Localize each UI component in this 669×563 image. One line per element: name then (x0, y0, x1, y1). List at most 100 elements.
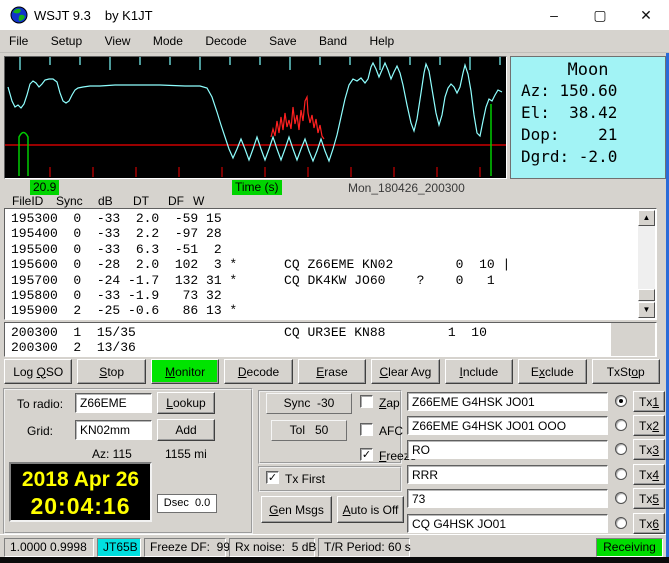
tolerance-box[interactable]: Tol 50 (271, 420, 347, 441)
decode-text-area[interactable]: 195300 0 -33 2.0 -59 15 195400 0 -33 2.2… (4, 208, 657, 320)
tx3-message-input[interactable] (407, 440, 608, 459)
to-radio-label: To radio: (17, 397, 64, 411)
auto-toggle-button[interactable]: Auto is Off (337, 496, 404, 523)
log-qso-button[interactable]: Log QSO (4, 359, 73, 384)
distance-text: 1155 mi (165, 447, 207, 461)
moon-panel: Moon Az: 150.60 El: 38.42 Dop: 21 Dgrd: … (510, 56, 666, 179)
freeze-checkbox[interactable]: ✓ (360, 448, 373, 461)
tx6-message-input[interactable] (407, 514, 608, 533)
green-marker-left (18, 131, 29, 176)
mode-badge: JT65B (97, 538, 141, 557)
scroll-down-icon[interactable]: ▼ (638, 302, 655, 318)
afc-checkbox[interactable] (360, 423, 373, 436)
calibration-status: 1.0000 0.9998 (4, 538, 94, 557)
tx2-radio[interactable] (615, 419, 627, 431)
grid-label: Grid: (27, 424, 54, 438)
spectrum-display[interactable] (4, 56, 524, 179)
spectrum-waveform (7, 61, 503, 163)
menu-help[interactable]: Help (360, 30, 403, 48)
tx4-radio[interactable] (615, 468, 627, 480)
include-button[interactable]: Include (444, 359, 514, 384)
decode-button[interactable]: Decode (224, 359, 293, 384)
tx1-radio[interactable] (615, 395, 627, 407)
freeze-df-status: Freeze DF: 99 (144, 538, 230, 557)
tr-period-status: T/R Period: 60 s (318, 538, 411, 557)
wav-file-label: Mon_180426_200300 (348, 181, 465, 195)
tx2-button[interactable]: Tx2 (633, 415, 665, 436)
add-button[interactable]: Add (157, 419, 215, 441)
menu-save[interactable]: Save (260, 30, 305, 48)
tx-first-checkbox[interactable]: ✓ (266, 471, 279, 484)
monitor-button[interactable]: Monitor (150, 359, 220, 384)
utc-clock: 2018 Apr 26 20:04:16 (9, 462, 152, 522)
spectrum-plot (5, 57, 524, 177)
lower-panel: To radio: Lookup Grid: Add Az: 115 1155 … (0, 386, 669, 534)
col-sync: Sync (56, 194, 83, 208)
menu-decode[interactable]: Decode (196, 30, 255, 48)
title-bar: WSJT 9.3 by K1JT – ▢ ✕ (0, 0, 669, 30)
tx1-button[interactable]: Tx1 (633, 391, 665, 412)
freq-offset-label: 20.9 (30, 180, 60, 195)
tx1-message-input[interactable] (407, 392, 608, 411)
menu-band[interactable]: Band (310, 30, 356, 48)
menu-view[interactable]: View (96, 30, 140, 48)
scrollbar[interactable]: ▲ ▼ (638, 210, 655, 318)
tx-first-group (258, 466, 402, 492)
scroll-thumb[interactable] (638, 289, 655, 301)
to-radio-input[interactable] (75, 393, 152, 413)
tx3-radio[interactable] (615, 443, 627, 455)
col-fileid: FileID (12, 194, 44, 208)
zap-checkbox[interactable] (360, 395, 373, 408)
tx5-radio[interactable] (615, 492, 627, 504)
moon-azimuth: Az: 150.60 (521, 81, 618, 100)
menu-mode[interactable]: Mode (144, 30, 192, 48)
window-title: WSJT 9.3 by K1JT (34, 8, 153, 23)
minimize-button[interactable]: – (531, 0, 577, 30)
col-w: W (193, 194, 205, 208)
average-area-strip (611, 323, 655, 356)
tx2-message-input[interactable] (407, 416, 608, 435)
grid-input[interactable] (75, 420, 152, 440)
receiving-badge: Receiving (596, 538, 663, 557)
gen-msgs-button[interactable]: Gen Msgs (261, 496, 332, 523)
close-button[interactable]: ✕ (623, 0, 669, 30)
window-border-bottom (0, 557, 669, 563)
tx4-button[interactable]: Tx4 (633, 464, 665, 485)
scroll-up-icon[interactable]: ▲ (638, 210, 655, 226)
average-text-area[interactable]: 200300 1 15/35 CQ UR3EE KN88 1 10 200300… (4, 322, 657, 357)
tx4-message-input[interactable] (407, 465, 608, 484)
globe-icon (10, 6, 28, 24)
status-bar: 1.0000 0.9998 JT65B Freeze DF: 99 Rx noi… (0, 534, 669, 557)
decode-lines[interactable]: 195300 0 -33 2.0 -59 15 195400 0 -33 2.2… (11, 211, 510, 319)
tx3-button[interactable]: Tx3 (633, 439, 665, 460)
wsjt-window: WSJT 9.3 by K1JT – ▢ ✕ File Setup View Mo… (0, 0, 669, 563)
dsec-box[interactable]: Dsec 0.0 (157, 494, 217, 513)
lookup-button[interactable]: Lookup (157, 392, 215, 414)
moon-title: Moon (567, 60, 609, 80)
stop-button[interactable]: Stop (77, 359, 146, 384)
maximize-button[interactable]: ▢ (577, 0, 623, 30)
menu-setup[interactable]: Setup (42, 30, 91, 48)
txstop-button[interactable]: TxStop (591, 359, 660, 384)
tx5-message-input[interactable] (407, 489, 608, 508)
menu-bar: File Setup View Mode Decode Save Band He… (0, 30, 669, 53)
noise-trace-red (270, 94, 325, 140)
afc-label: AFC (379, 424, 403, 438)
col-df: DF (168, 194, 184, 208)
exclude-button[interactable]: Exclude (518, 359, 587, 384)
tx6-button[interactable]: Tx6 (633, 513, 665, 534)
moon-doppler: Dop: 21 (521, 125, 618, 144)
erase-button[interactable]: Erase (297, 359, 367, 384)
clock-time: 20:04:16 (30, 493, 131, 519)
average-lines[interactable]: 200300 1 15/35 CQ UR3EE KN88 1 10 200300… (11, 325, 487, 356)
menu-file[interactable]: File (0, 30, 37, 48)
clear-avg-button[interactable]: Clear Avg (371, 359, 440, 384)
tx6-radio[interactable] (615, 517, 627, 529)
clock-date: 2018 Apr 26 (21, 468, 140, 491)
sync-threshold-box[interactable]: Sync -30 (266, 393, 352, 414)
zap-label: Zap (379, 396, 400, 410)
command-button-row: Log QSO Stop Monitor Decode Erase Clear … (4, 359, 660, 385)
col-dt: DT (133, 194, 149, 208)
time-axis-label: Time (s) (232, 180, 282, 195)
tx5-button[interactable]: Tx5 (633, 488, 665, 509)
